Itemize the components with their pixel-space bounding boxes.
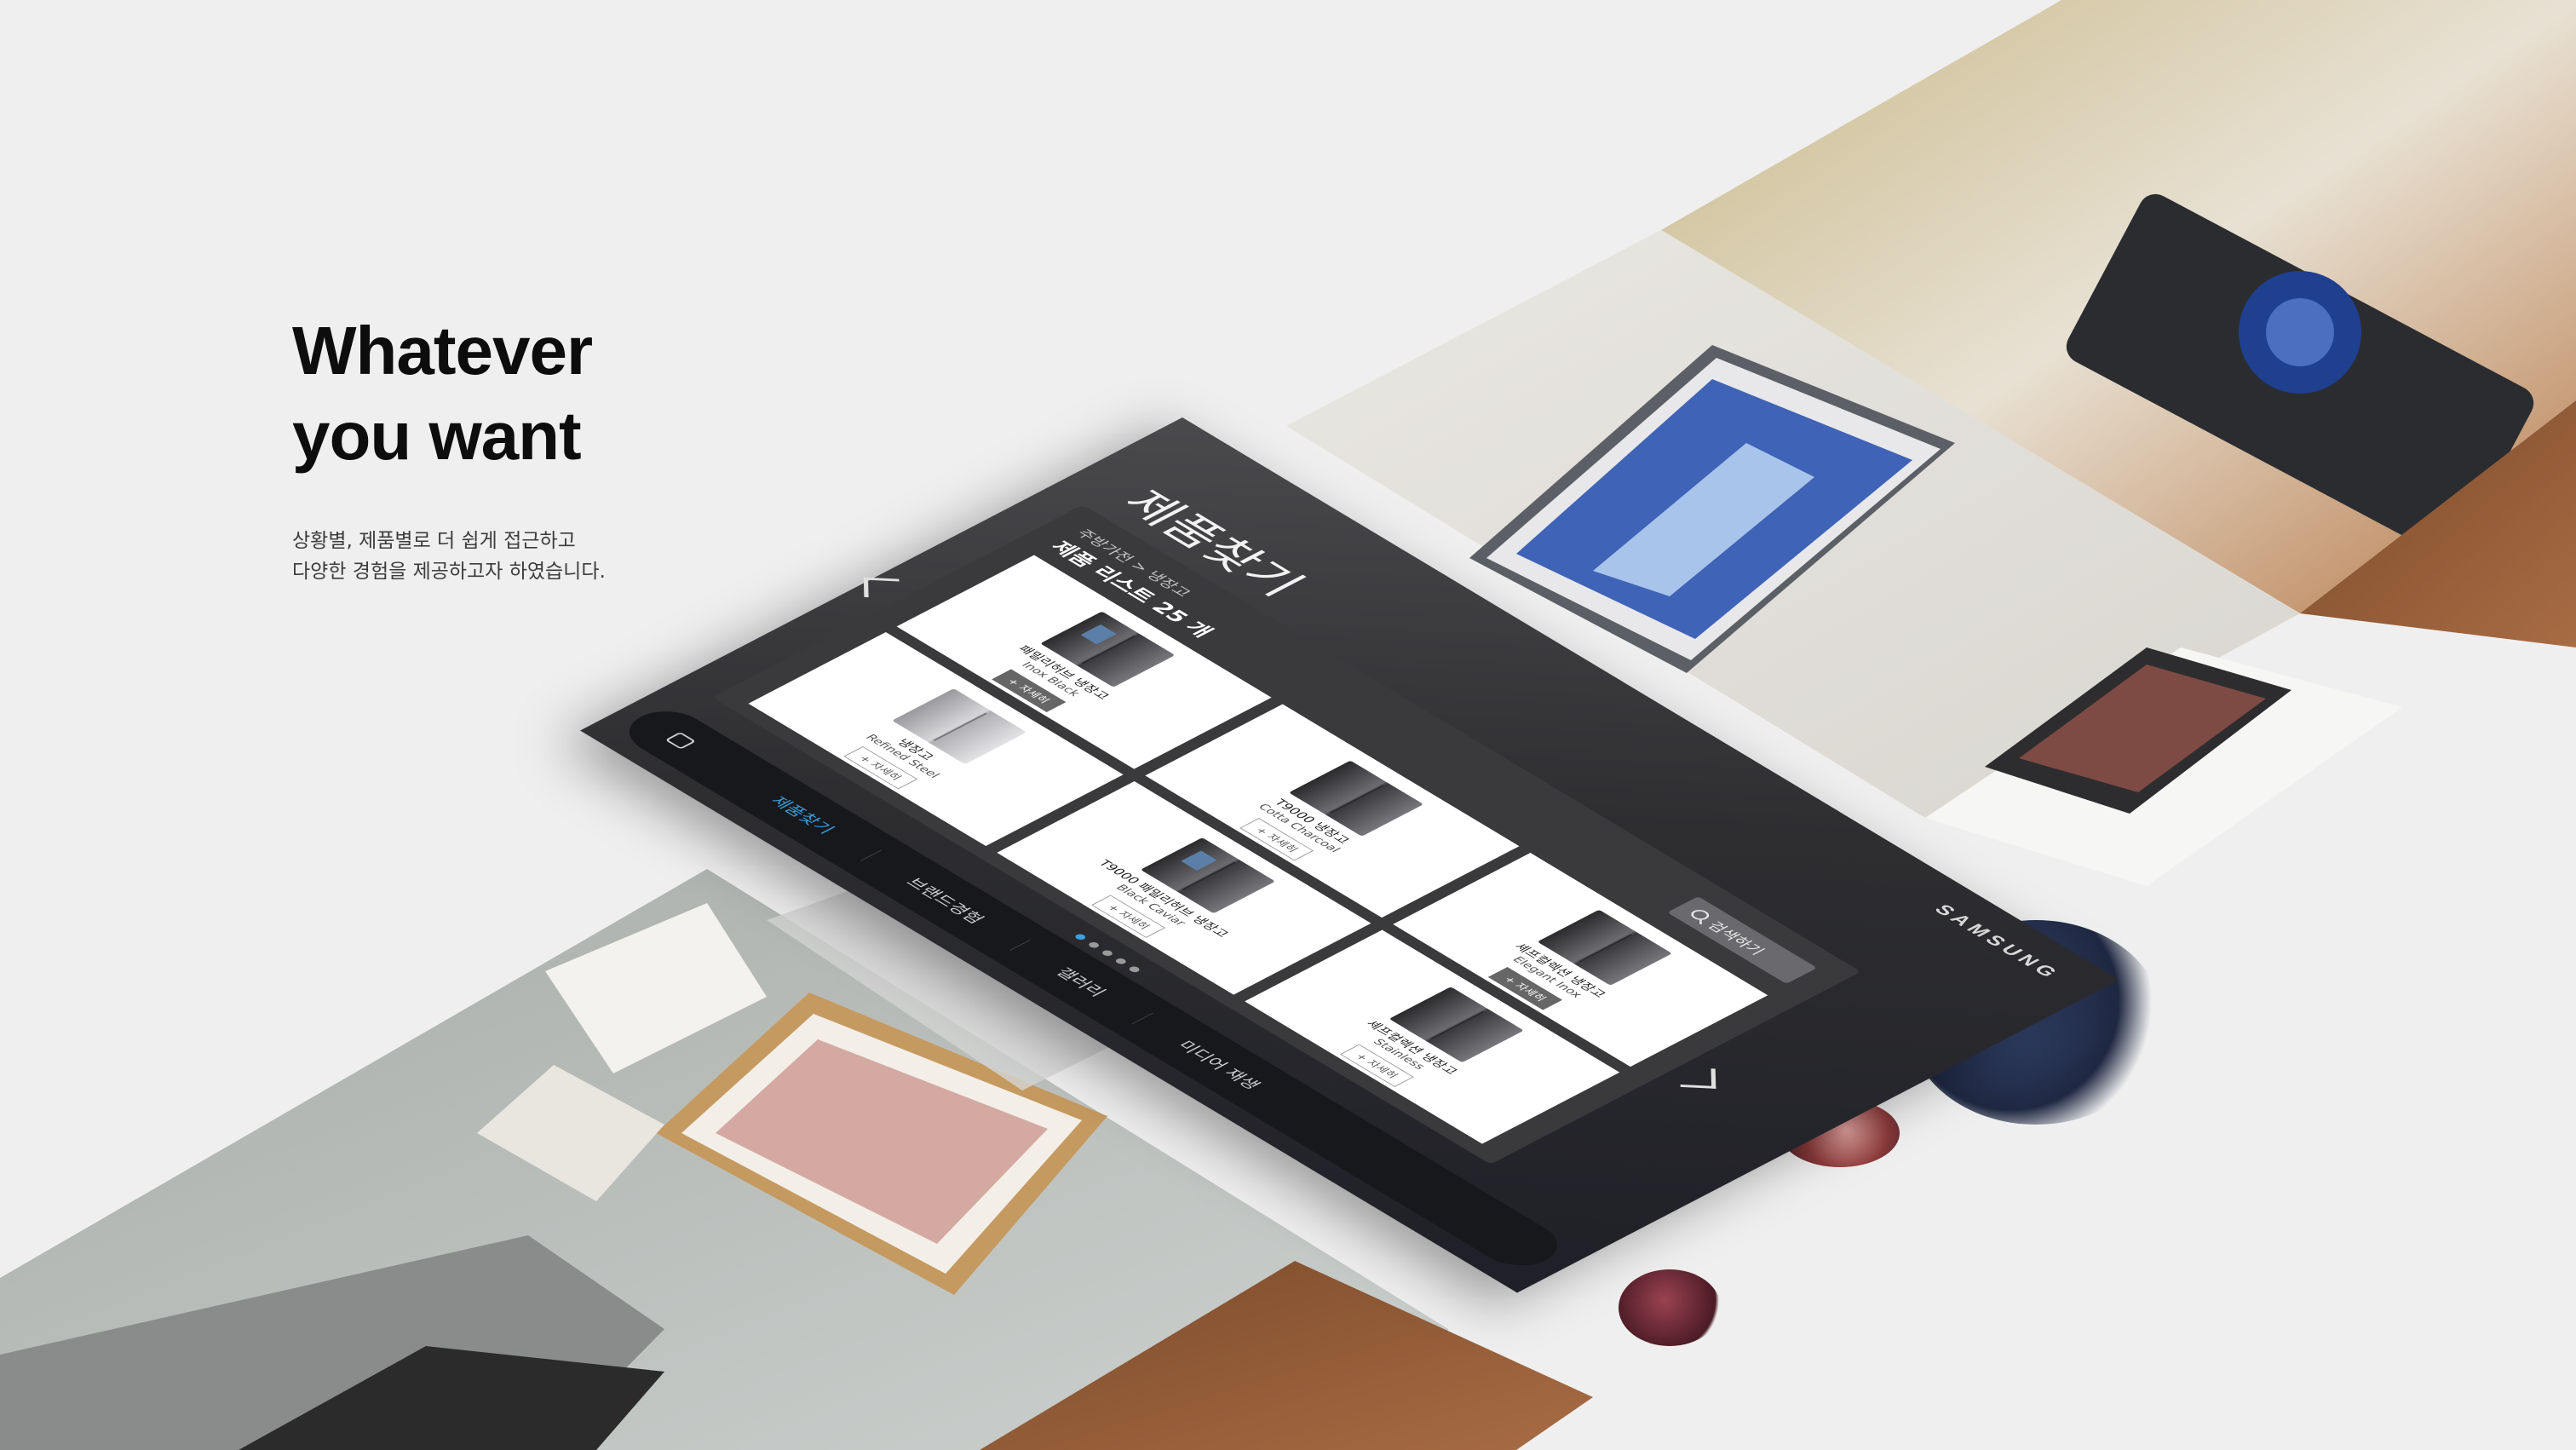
subcopy-line-1: 상황별, 제품별로 더 쉽게 접근하고 <box>292 530 576 552</box>
pager-dot[interactable] <box>1086 941 1101 949</box>
search-icon <box>1688 907 1713 923</box>
search-button-label: 검색하기 <box>1703 919 1768 958</box>
pager-dot[interactable] <box>1100 949 1115 958</box>
chevron-right-icon[interactable] <box>1680 1067 1716 1089</box>
subcopy-line-2: 다양한 경험을 제공하고자 하였습니다. <box>292 561 606 583</box>
pager-dot[interactable] <box>1127 965 1141 974</box>
chevron-left-icon[interactable] <box>863 577 900 599</box>
pager-dot[interactable] <box>1113 957 1129 965</box>
subcopy: 상황별, 제품별로 더 쉽게 접근하고 다양한 경험을 제공하고자 하였습니다. <box>292 526 606 587</box>
home-icon[interactable] <box>664 732 697 750</box>
headline: Whatever you want <box>292 308 593 479</box>
headline-line-2: you want <box>292 398 582 474</box>
headline-line-1: Whatever <box>292 313 593 388</box>
plum-decoration <box>1619 1269 1721 1346</box>
pager-dot[interactable] <box>1073 933 1088 941</box>
